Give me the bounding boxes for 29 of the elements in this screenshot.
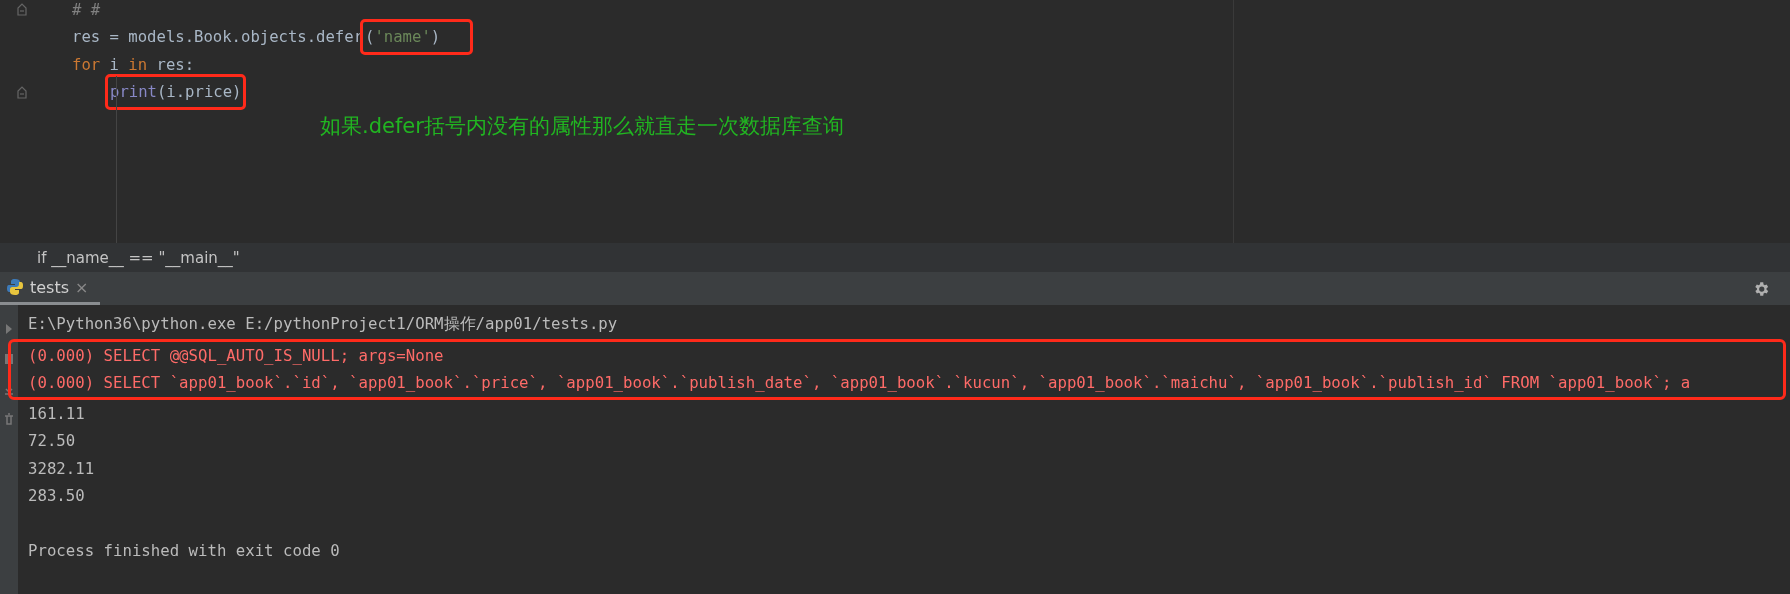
code-text: (i.price) [156,83,242,102]
tab-label: tests [30,277,70,297]
code-text: res = models.Book.objects.defer [72,28,364,47]
code-text: print [110,83,157,102]
code-text: for [72,55,101,74]
toolbar-icon[interactable] [4,323,14,335]
annotation-text: 如果.defer括号内没有的属性那么就直走一次数据库查询 [320,113,845,140]
run-tab[interactable]: tests × [0,272,101,305]
code-text: 'name' [374,28,431,47]
console-line: E:\Python36\python.exe E:/pythonProject1/ORM操作/app01/tests.py [27,313,619,336]
code-text: i [108,55,120,74]
python-icon [6,278,24,296]
console-line: Process finished with exit code 0 [27,540,341,563]
console-line: 72.50 [27,430,77,453]
console-line: (0.000) SELECT `app01_book`.`id`, `app01_book`.`price`, `app01_book`.`publish_date`, `app01_book`.`kucun`, `app01_book`.`maichu`, `app01_book`.`publish_id` FROM `app01_book`; a [27,372,1692,395]
fold-marker-icon[interactable] [17,85,27,99]
toolbar-icon[interactable] [4,353,14,365]
fold-marker-icon[interactable] [17,3,27,17]
code-text: res: [155,55,195,74]
code-text: ( [365,28,375,47]
code-text: in [128,55,148,74]
console-line: 283.50 [27,485,86,508]
code-text: # # [72,0,101,19]
toolbar-icon[interactable] [4,413,14,425]
console-line: (0.000) SELECT @@SQL_AUTO_IS_NULL; args=None [27,344,445,367]
console-line: 161.11 [27,402,86,425]
code-text: ) [430,28,441,47]
breadcrumb[interactable]: if __name__ == "__main__" [0,243,1790,272]
console-line: 3282.11 [27,457,96,480]
